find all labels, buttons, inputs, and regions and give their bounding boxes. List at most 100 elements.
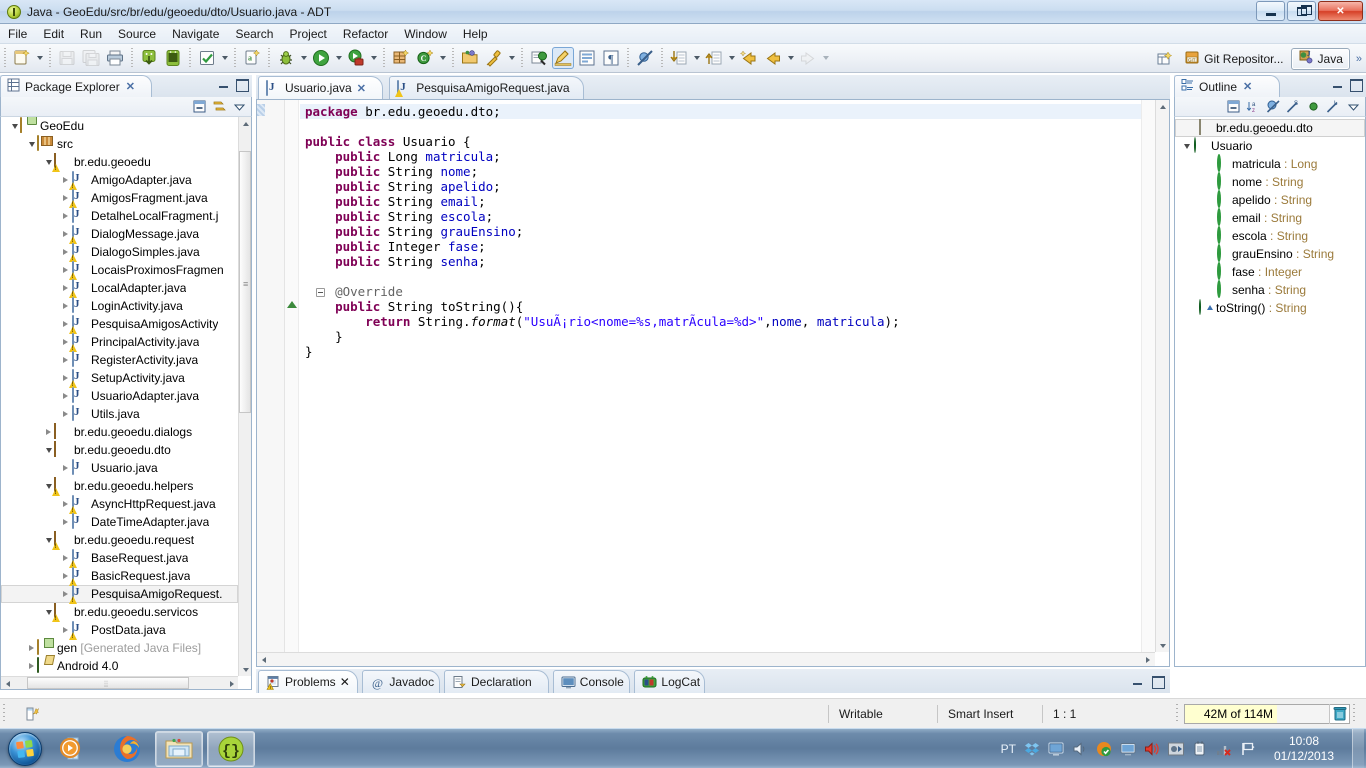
hide-non-public-icon[interactable] [1305,99,1321,115]
twisty-collapsed-icon[interactable] [60,351,71,369]
outline-node[interactable]: nome : String [1175,172,1365,191]
chevron-down-icon[interactable] [506,47,517,69]
close-icon[interactable]: ✕ [1243,80,1252,93]
bottom-tab-javadoc[interactable]: @ Javadoc [362,670,440,693]
tab-outline[interactable]: Outline ✕ [1174,75,1280,97]
trash-icon[interactable] [1329,703,1349,724]
menu-refactor[interactable]: Refactor [335,25,396,43]
chevron-down-icon[interactable] [333,47,344,69]
collapse-all-icon[interactable] [1225,99,1241,115]
outline-node[interactable]: grauEnsino : String [1175,244,1365,263]
chevron-down-icon[interactable] [691,47,702,69]
tree-node[interactable]: BasicRequest.java [1,567,238,586]
minimize-icon[interactable] [1331,78,1344,91]
editor-overview-ruler[interactable] [1141,100,1155,652]
tree-node[interactable]: PrincipalActivity.java [1,333,238,352]
twisty-expanded-icon[interactable] [43,441,54,459]
taskbar-clock[interactable]: 10:08 01/12/2013 [1263,734,1345,764]
scroll-down-icon[interactable] [239,663,251,676]
sort-icon[interactable]: az [1245,99,1261,115]
collapse-all-icon[interactable] [191,99,207,115]
tree-node[interactable]: RegisterActivity.java [1,351,238,369]
bottom-tab-logcat[interactable]: LogCat [634,670,706,693]
twisty-collapsed-icon[interactable] [60,387,71,405]
close-button[interactable]: ✕ [1318,1,1363,21]
close-icon[interactable]: ✕ [126,80,135,93]
tree-node[interactable]: SetupActivity.java [1,369,238,388]
twisty-expanded-icon[interactable] [1181,137,1192,155]
bottom-tab-problems[interactable]: ! Problems ✕ [258,670,359,693]
menu-window[interactable]: Window [396,25,455,43]
start-button[interactable] [1,730,49,768]
tree-node[interactable]: br.edu.geoedu.dialogs [1,423,238,441]
scroll-right-icon[interactable] [225,677,238,689]
skip-all-breakpoints-button[interactable] [634,47,656,69]
twisty-collapsed-icon[interactable] [26,657,37,675]
outline-node[interactable]: senha : String [1175,280,1365,299]
external-tools-button[interactable] [345,47,367,69]
tab-package-explorer[interactable]: Package Explorer ✕ [0,75,152,97]
maximize-icon[interactable] [235,78,249,92]
perspective-overflow-icon[interactable]: » [1356,53,1362,65]
tree-node[interactable]: LoginActivity.java [1,297,238,315]
editor-vertical-ruler[interactable] [257,100,285,666]
editor-hscrollbar[interactable] [257,652,1155,666]
chevron-down-icon[interactable] [785,47,796,69]
bottom-tab-console[interactable]: Console [552,670,631,693]
show-whitespace-button[interactable]: ¶ [600,47,622,69]
open-type-button[interactable] [459,47,481,69]
outline-node[interactable]: fase : Integer [1175,262,1365,281]
minimize-icon[interactable] [217,78,230,91]
tree-node[interactable]: br.edu.geoedu.request [1,531,238,550]
open-perspective-icon[interactable] [1154,48,1176,70]
menu-source[interactable]: Source [110,25,164,43]
power-icon[interactable] [1191,741,1208,758]
perspective-git-repository[interactable]: GIT Git Repositor... [1177,48,1290,70]
hide-local-types-icon[interactable]: L [1325,99,1341,115]
view-menu-icon[interactable] [231,99,247,115]
tree-node[interactable]: BaseRequest.java [1,549,238,568]
android-avd-manager-button[interactable] [162,47,184,69]
editor-tab-pesquisaamigorequest-java[interactable]: PesquisaAmigoRequest.java [389,76,585,99]
save-all-button[interactable] [80,47,102,69]
twisty-collapsed-icon[interactable] [60,513,71,531]
perspective-java[interactable]: J Java [1290,47,1350,70]
chevron-down-icon[interactable] [298,47,309,69]
run-button[interactable] [310,47,332,69]
package-explorer-hscrollbar[interactable]: ⦙⦙ [1,676,238,689]
tree-node[interactable]: PesquisaAmigoRequest. [1,585,238,604]
menu-project[interactable]: Project [281,25,334,43]
tree-node[interactable]: PostData.java [1,621,238,640]
tree-node[interactable]: br.edu.geoedu [1,153,238,172]
outline-tree[interactable]: br.edu.geoedu.dto Usuario matricula : Long… [1175,117,1365,317]
editor-scroll-down-icon[interactable] [1156,639,1169,652]
twisty-collapsed-icon[interactable] [60,405,71,423]
taskbar-explorer[interactable] [155,730,203,767]
back-button[interactable] [762,47,784,69]
debug-button[interactable] [275,47,297,69]
volume-icon[interactable] [1143,741,1160,758]
vscroll-thumb[interactable]: ≡ [239,151,251,413]
editor-tab-usuario-java[interactable]: Usuario.java✕ [258,76,384,99]
tree-node[interactable]: UsuarioAdapter.java [1,387,238,405]
chevron-down-icon[interactable] [820,47,831,69]
tree-node[interactable]: DialogMessage.java [1,225,238,244]
editor-scroll-right-icon[interactable] [1141,653,1155,666]
outline-node[interactable]: toString() : String [1175,299,1365,317]
outline-node[interactable]: br.edu.geoedu.dto [1175,119,1365,137]
tree-node[interactable]: DateTimeAdapter.java [1,513,238,531]
link-with-editor-icon[interactable] [211,99,227,115]
taskbar-eclipse[interactable]: {} [207,730,255,767]
package-explorer-vscrollbar[interactable]: ≡ [238,117,251,676]
menu-edit[interactable]: Edit [35,25,72,43]
tree-node[interactable]: GeoEdu [1,117,238,135]
tree-node[interactable]: AsyncHttpRequest.java [1,495,238,514]
print-button[interactable] [104,47,126,69]
outline-node[interactable]: matricula : Long [1175,154,1365,173]
menu-file[interactable]: File [0,25,35,43]
tree-node[interactable]: Utils.java [1,405,238,423]
next-annotation-button[interactable] [668,47,690,69]
tree-node[interactable]: gen [Generated Java Files] [1,639,238,657]
chevron-down-icon[interactable] [219,47,230,69]
close-icon[interactable]: ✕ [357,82,366,95]
